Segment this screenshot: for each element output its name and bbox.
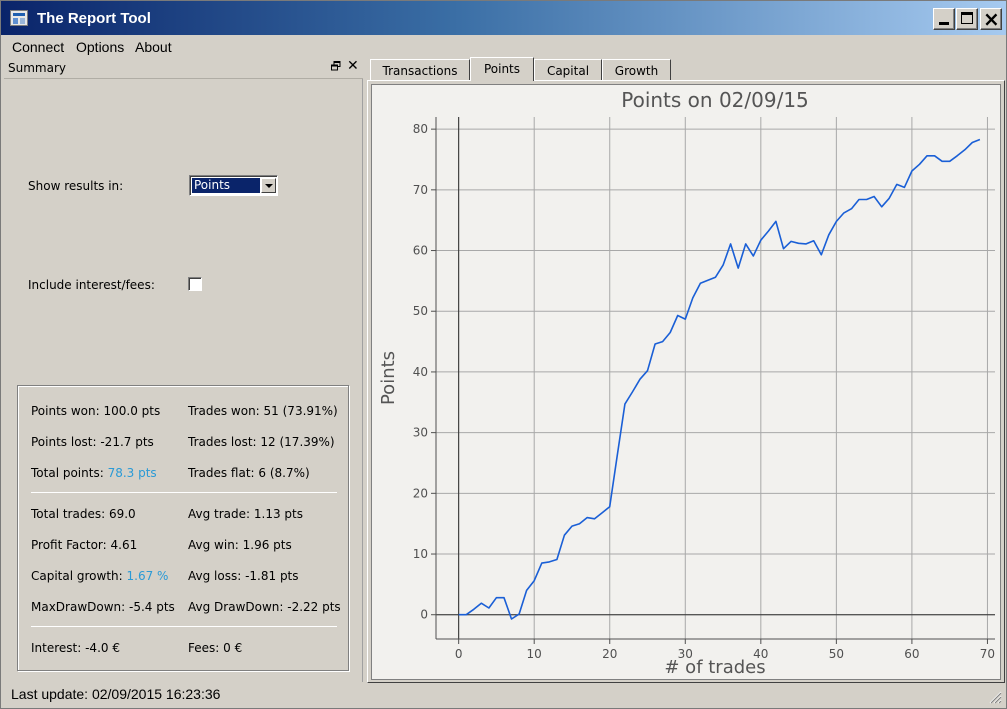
avg-win: Avg win: 1.96 pts bbox=[188, 538, 292, 552]
resize-grip-icon[interactable] bbox=[988, 690, 1002, 704]
x-tick-label: 20 bbox=[602, 647, 617, 661]
results-unit-select[interactable]: Points bbox=[189, 175, 278, 196]
y-tick-label: 0 bbox=[420, 608, 428, 622]
y-tick-label: 40 bbox=[413, 365, 428, 379]
trades-won: Trades won: 51 (73.91%) bbox=[188, 404, 338, 418]
y-tick-label: 20 bbox=[413, 486, 428, 500]
x-tick-label: 10 bbox=[527, 647, 542, 661]
capital-growth-value: 1.67 % bbox=[126, 569, 169, 583]
avg-drawdown: Avg DrawDown: -2.22 pts bbox=[188, 600, 341, 614]
x-tick-label: 0 bbox=[455, 647, 463, 661]
maximize-icon bbox=[961, 12, 973, 24]
y-axis-label: Points bbox=[378, 351, 399, 405]
tab-growth[interactable]: Growth bbox=[602, 59, 671, 81]
include-fees-label: Include interest/fees: bbox=[28, 278, 155, 292]
menu-connect[interactable]: Connect bbox=[12, 39, 64, 55]
capital-growth-label: Capital growth: bbox=[31, 569, 127, 583]
series-line bbox=[458, 138, 981, 620]
summary-dock: Summary ✕ Show results in: Points Includ… bbox=[4, 58, 363, 682]
y-tick-label: 70 bbox=[413, 183, 428, 197]
avg-loss: Avg loss: -1.81 pts bbox=[188, 569, 299, 583]
points-chart: 0 10 20 30 40 50 60 70 0 10 20 30 40 50 60 70 80 Points o… bbox=[371, 84, 1001, 680]
y-tick-label: 10 bbox=[413, 547, 428, 561]
include-fees-checkbox[interactable] bbox=[188, 277, 202, 291]
minimize-button[interactable] bbox=[933, 8, 955, 30]
chevron-down-icon bbox=[265, 184, 273, 188]
show-results-label: Show results in: bbox=[28, 179, 124, 193]
close-icon: × bbox=[983, 7, 1000, 31]
x-tick-label: 50 bbox=[829, 647, 844, 661]
total-trades: Total trades: 69.0 bbox=[31, 507, 136, 521]
trades-lost: Trades lost: 12 (17.39%) bbox=[188, 435, 335, 449]
maximize-button[interactable] bbox=[956, 8, 978, 30]
x-tick-label: 70 bbox=[980, 647, 995, 661]
summary-dock-header[interactable]: Summary ✕ bbox=[4, 58, 363, 79]
close-button[interactable]: × bbox=[980, 7, 1002, 31]
divider bbox=[31, 492, 337, 493]
app-window: The Report Tool × Connect Options About … bbox=[0, 0, 1007, 709]
x-axis-label: # of trades bbox=[664, 657, 765, 678]
total-points: Total points: 78.3 pts bbox=[31, 466, 157, 480]
window-title: The Report Tool bbox=[37, 10, 151, 27]
chart-title: Points on 02/09/15 bbox=[621, 88, 809, 112]
max-drawdown: MaxDrawDown: -5.4 pts bbox=[31, 600, 175, 614]
y-tick-label: 50 bbox=[413, 304, 428, 318]
menu-options[interactable]: Options bbox=[76, 39, 124, 55]
fees: Fees: 0 € bbox=[188, 641, 243, 655]
tab-panel-points: 0 10 20 30 40 50 60 70 0 10 20 30 40 50 60 70 80 Points o… bbox=[367, 80, 1005, 683]
y-tick-label: 60 bbox=[413, 244, 428, 258]
menu-about[interactable]: About bbox=[135, 39, 172, 55]
float-dock-icon[interactable] bbox=[331, 61, 341, 71]
app-icon bbox=[10, 10, 28, 26]
capital-growth: Capital growth: 1.67 % bbox=[31, 569, 168, 583]
results-unit-value: Points bbox=[192, 178, 260, 193]
tab-points[interactable]: Points bbox=[470, 57, 534, 81]
interest: Interest: -4.0 € bbox=[31, 641, 120, 655]
tab-capital[interactable]: Capital bbox=[534, 59, 602, 81]
x-tick-label: 60 bbox=[904, 647, 919, 661]
close-dock-icon[interactable]: ✕ bbox=[347, 58, 359, 74]
profit-factor: Profit Factor: 4.61 bbox=[31, 538, 138, 552]
summary-dock-title: Summary bbox=[8, 61, 66, 75]
points-won: Points won: 100.0 pts bbox=[31, 404, 161, 418]
title-bar[interactable]: The Report Tool × bbox=[1, 1, 1006, 35]
status-bar: Last update: 02/09/2015 16:23:36 bbox=[2, 684, 1005, 708]
summary-stats-panel: Points won: 100.0 pts Trades won: 51 (73… bbox=[17, 385, 349, 671]
trades-flat: Trades flat: 6 (8.7%) bbox=[188, 466, 310, 480]
y-tick-label: 80 bbox=[413, 122, 428, 136]
tab-transactions[interactable]: Transactions bbox=[370, 59, 470, 81]
report-tabs: Transactions Points Capital Growth 0 10 20… bbox=[367, 57, 1005, 683]
total-points-label: Total points: bbox=[31, 466, 108, 480]
total-points-value: 78.3 pts bbox=[107, 466, 157, 480]
avg-trade: Avg trade: 1.13 pts bbox=[188, 507, 303, 521]
divider bbox=[31, 626, 337, 627]
chart-svg: 0 10 20 30 40 50 60 7001020304050607080Points o… bbox=[378, 88, 995, 678]
points-lost: Points lost: -21.7 pts bbox=[31, 435, 154, 449]
menu-bar: Connect Options About bbox=[2, 36, 1005, 58]
minimize-icon bbox=[939, 22, 949, 25]
y-tick-label: 30 bbox=[413, 426, 428, 440]
last-update-status: Last update: 02/09/2015 16:23:36 bbox=[11, 686, 221, 702]
dropdown-button[interactable] bbox=[261, 178, 276, 193]
